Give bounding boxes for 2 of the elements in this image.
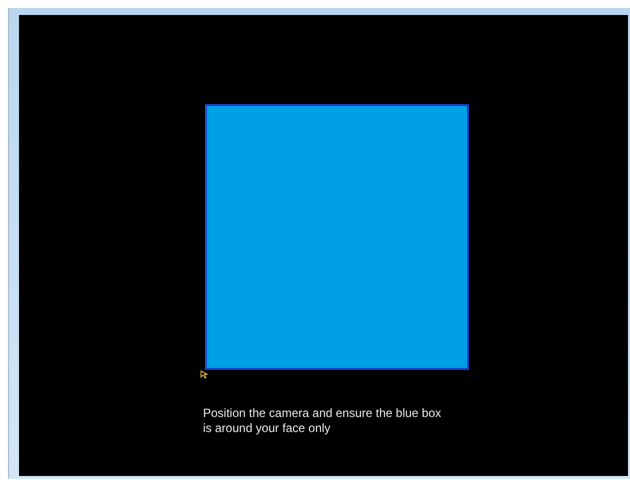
cursor-icon bbox=[200, 370, 209, 379]
instruction-text: Position the camera and ensure the blue box is around your face only bbox=[203, 406, 442, 436]
